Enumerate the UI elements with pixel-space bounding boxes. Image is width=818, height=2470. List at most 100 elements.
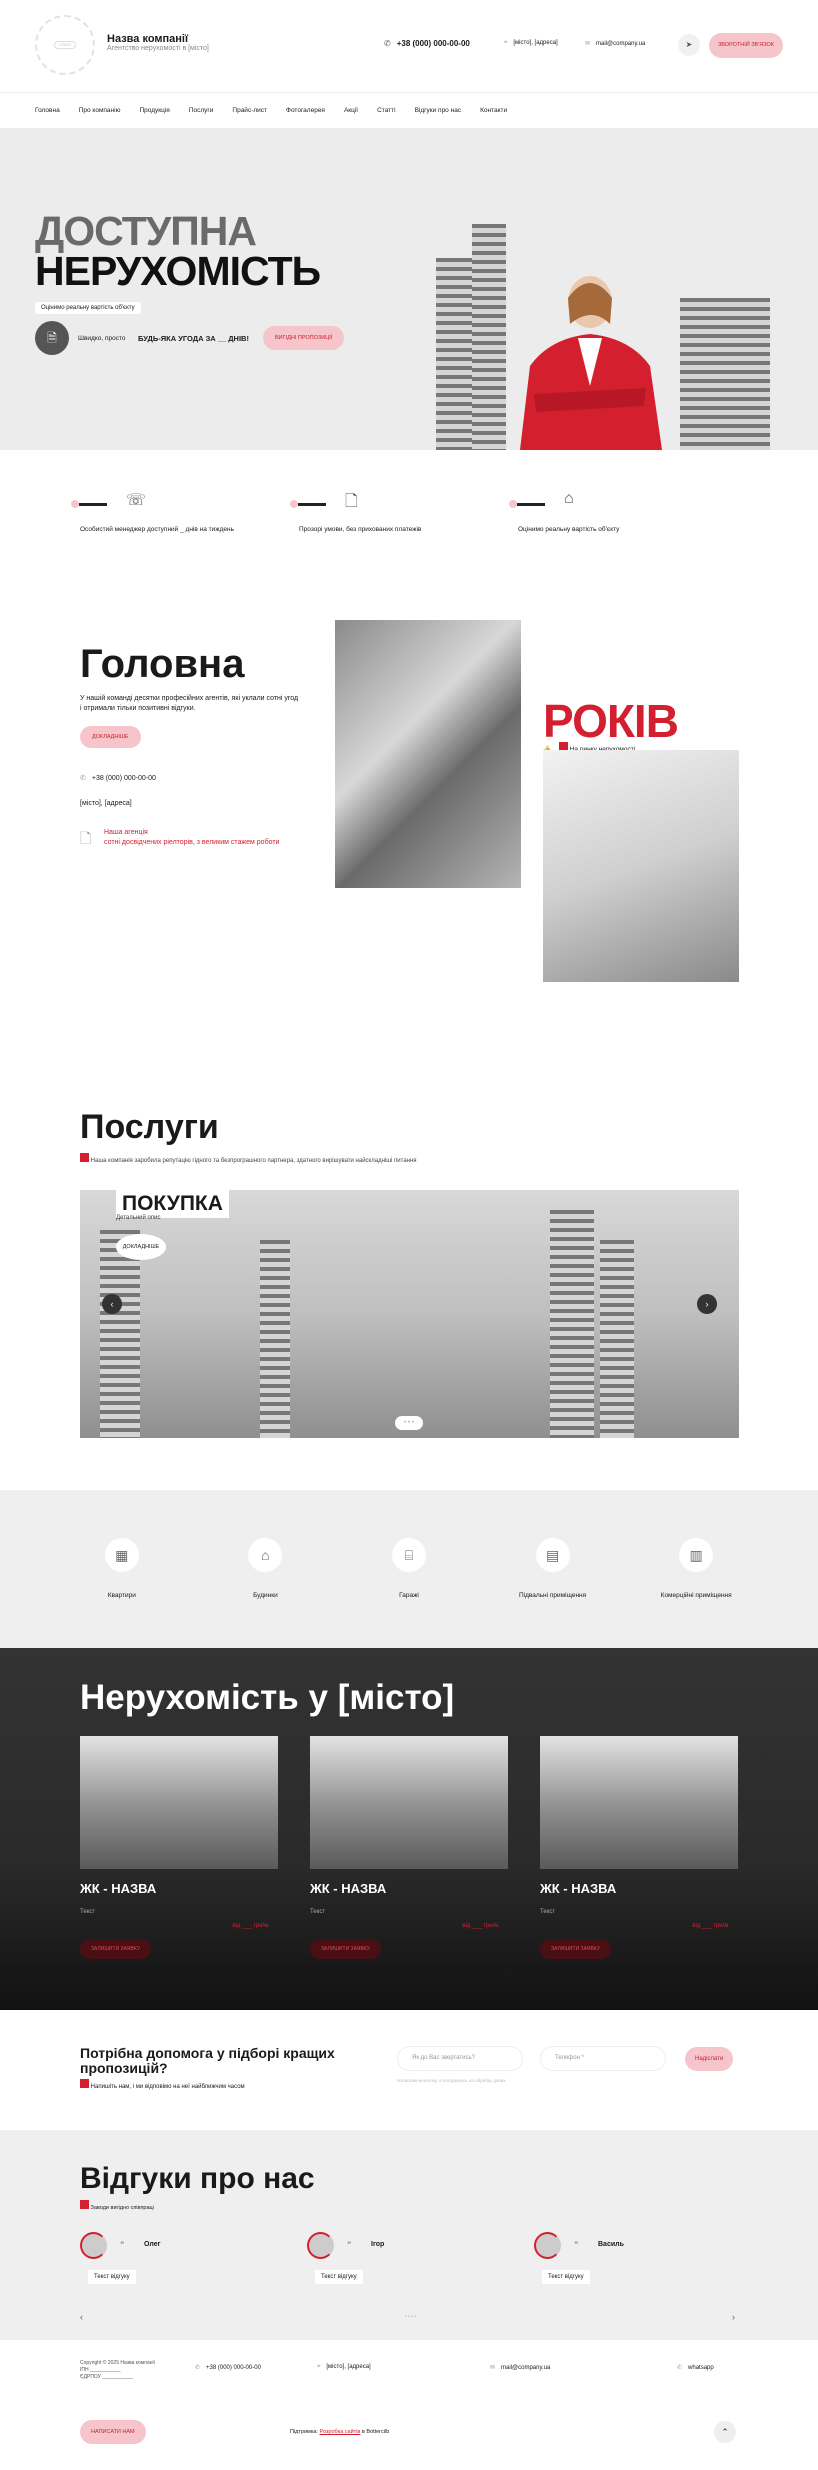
aerial-city-photo — [335, 620, 521, 888]
listing-card[interactable]: ЖК - НАЗВА Текст від ___ грн/м. ЗАЛИШИТИ… — [310, 1736, 508, 1959]
slider-prev-arrow-icon[interactable]: ‹ — [102, 1294, 122, 1314]
nav-item-articles[interactable]: Статті — [377, 107, 395, 114]
building-image — [600, 1240, 634, 1438]
listing-price: від ___ грн/м. — [692, 1923, 730, 1929]
garage-icon: ⌸ — [391, 1538, 426, 1572]
edrpou: ЄДРПОУ ___________ — [80, 2374, 133, 2380]
consent-note: Натискаючи кнопку, я погоджуюсь на оброб… — [397, 2078, 506, 2083]
callback-button[interactable]: ЗВОРОТНІЙ ЗВ'ЯЗОК — [709, 33, 783, 58]
phone-icon: ✆ — [80, 775, 86, 782]
header-email-text: mail@company.ua — [596, 41, 646, 47]
category-label: Комерційні приміщення — [660, 1592, 732, 1599]
header-address: ⌖ [місто], [адреса] — [504, 40, 558, 47]
dev-link[interactable]: Розробка сайтів — [319, 2429, 360, 2435]
nav-item-home[interactable]: Головна — [35, 107, 60, 114]
help-title: Потрібна допомога у підборі кращих пропо… — [80, 2045, 335, 2076]
category-label: Підвальні приміщення — [518, 1592, 587, 1599]
site-header: LOGO Назва компанії Агентство нерухомост… — [0, 0, 818, 92]
site-footer: Copyright © 2025 Назва компанії ІПН ____… — [0, 2340, 818, 2470]
listing-request-button[interactable]: ЗАЛИШИТИ ЗАЯВКУ — [80, 1939, 151, 1959]
listing-price: від ___ грн/м. — [462, 1923, 500, 1929]
category-label: Квартири — [107, 1592, 136, 1599]
category-basements[interactable]: ▤ Підвальні приміщення — [493, 1538, 613, 1648]
reviewer-name: Олег — [144, 2241, 161, 2248]
footer-whatsapp-text: whatsapp — [688, 2365, 714, 2371]
header-email[interactable]: ✉ mail@company.ua — [585, 40, 645, 47]
mail-icon: ✉ — [585, 41, 591, 47]
submit-button[interactable]: Надіслати — [685, 2047, 734, 2071]
nav-item-services[interactable]: Послуги — [189, 107, 214, 114]
features-section: ☏ Особистий менеджер доступний _ днів на… — [0, 450, 818, 620]
reviews-next-arrow-icon[interactable]: › — [732, 2312, 735, 2322]
listing-request-button[interactable]: ЗАЛИШИТИ ЗАЯВКУ — [310, 1939, 381, 1959]
header-phone[interactable]: ✆ +38 (000) 000-00-00 — [384, 39, 470, 48]
phone-icon: ✆ — [384, 39, 391, 48]
avatar — [80, 2232, 107, 2259]
header-phone-text: +38 (000) 000-00-00 — [396, 39, 470, 48]
building-image — [100, 1230, 140, 1438]
category-houses[interactable]: ⌂ Будинки — [205, 1538, 325, 1648]
quote-icon: ❝ — [347, 2240, 352, 2249]
listing-card[interactable]: ЖК - НАЗВА Текст від ___ грн/м. ЗАЛИШИТИ… — [80, 1736, 278, 1959]
nav-item-promos[interactable]: Акції — [344, 107, 358, 114]
hero-tag: Оцінимо реальну вартість об'єкту — [35, 302, 141, 314]
scroll-top-icon[interactable]: ⌃ — [714, 2421, 736, 2443]
name-input[interactable]: Як до Вас звертатись? — [397, 2046, 523, 2071]
about-text: У нашій команді десятки професійних аген… — [80, 695, 299, 712]
nav-item-prices[interactable]: Прайс-лист — [232, 107, 267, 114]
copyright: Copyright © 2025 Назва компанії — [80, 2360, 155, 2366]
listing-name: ЖК - НАЗВА — [540, 1881, 617, 1896]
category-commercial[interactable]: ▥ Комерційні приміщення — [636, 1538, 756, 1648]
feature-dot — [290, 500, 298, 508]
about-address: [місто], [адреса] — [80, 800, 132, 807]
telegram-icon[interactable]: ➤ — [678, 34, 700, 56]
nav-item-gallery[interactable]: Фотогалерея — [286, 107, 325, 114]
slider-next-arrow-icon[interactable]: › — [697, 1294, 717, 1314]
nav-item-about[interactable]: Про компанію — [79, 107, 121, 114]
feature-bar — [517, 503, 545, 506]
category-garages[interactable]: ⌸ Гаражі — [349, 1538, 469, 1648]
reviews-prev-arrow-icon[interactable]: ‹ — [80, 2312, 83, 2322]
phone-input[interactable]: Телефон * — [540, 2046, 666, 2071]
house-icon: ⌂ — [248, 1538, 283, 1572]
inn: ІПН ___________ — [80, 2367, 121, 2373]
nav-item-contacts[interactable]: Контакти — [480, 107, 507, 114]
feature-dot — [71, 500, 79, 508]
slide-title: ПОКУПКА — [116, 1190, 229, 1218]
houses-icon: ⌂ — [564, 490, 574, 507]
help-form-section: Потрібна допомога у підборі кращих пропо… — [0, 2010, 818, 2130]
listing-text: Текст — [310, 1909, 326, 1915]
company-name: Назва компанії — [107, 33, 189, 45]
services-slider[interactable]: ПОКУПКА Детальний опис ДОКЛАДНІШЕ ‹ › • … — [80, 1190, 739, 1438]
listing-text: Текст — [540, 1909, 556, 1915]
building-image — [260, 1240, 290, 1438]
nav-item-products[interactable]: Продукція — [139, 107, 169, 114]
listing-request-button[interactable]: ЗАЛИШИТИ ЗАЯВКУ — [540, 1939, 611, 1959]
offers-button[interactable]: ВИГІДНІ ПРОПОЗИЦІЇ — [263, 326, 345, 350]
listing-text: Текст — [80, 1909, 96, 1915]
reviews-subtitle-text: Заводи вигідно співпраці — [90, 2205, 154, 2211]
listing-card[interactable]: ЖК - НАЗВА Текст від ___ грн/м. ЗАЛИШИТИ… — [540, 1736, 738, 1959]
slide-more-button[interactable]: ДОКЛАДНІШЕ — [116, 1234, 166, 1260]
listing-name: ЖК - НАЗВА — [80, 1881, 157, 1896]
header-address-text: [місто], [адреса] — [513, 40, 558, 46]
reviews-dots[interactable]: • • • • — [405, 2314, 416, 2320]
about-phone[interactable]: ✆ +38 (000) 000-00-00 — [80, 774, 156, 782]
listings-section: Нерухомість у [місто] ЖК - НАЗВА Текст в… — [0, 1648, 818, 2010]
hero-section: ДОСТУПНА НЕРУХОМІСТЬ Оцінимо реальну вар… — [0, 128, 818, 450]
hero-title-line2: НЕРУХОМІСТЬ — [35, 248, 321, 294]
nav-item-reviews[interactable]: Відгуки про нас — [415, 107, 461, 114]
footer-legal: Copyright © 2025 Назва компанії ІПН ____… — [80, 2360, 155, 2381]
review-text: Текст відгуку — [315, 2270, 363, 2284]
quote-icon: ❝ — [574, 2240, 579, 2249]
hero-fast-text: Швидко, просто — [78, 335, 126, 342]
category-apartments[interactable]: ▦ Квартири — [62, 1538, 182, 1648]
listing-name: ЖК - НАЗВА — [310, 1881, 387, 1896]
services-title: Послуги — [80, 1108, 219, 1146]
logo[interactable]: LOGO — [35, 15, 95, 75]
hero-deal-text: БУДЬ-ЯКА УГОДА ЗА __ ДНІВ! — [138, 334, 249, 343]
slider-dots[interactable]: • • • — [395, 1416, 423, 1430]
about-more-button[interactable]: ДОКЛАДНІШЕ — [80, 726, 141, 748]
write-us-button[interactable]: НАПИСАТИ НАМ — [80, 2420, 146, 2444]
feature-bar — [298, 503, 326, 506]
